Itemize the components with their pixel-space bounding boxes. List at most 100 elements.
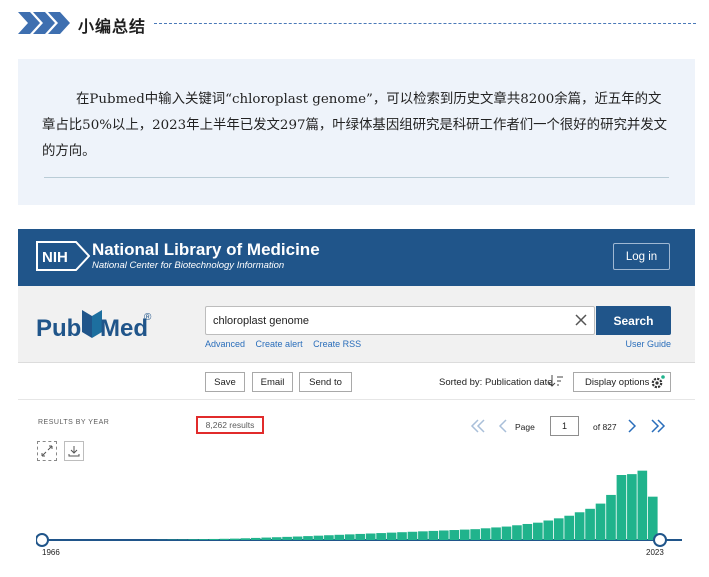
gear-icon [651,375,665,389]
chart-bar [198,539,209,540]
login-button[interactable]: Log in [613,243,670,270]
chart-bar [303,536,313,540]
expand-chart-button[interactable] [37,441,57,461]
prev-page-icon[interactable] [495,416,511,436]
chart-bar [292,536,303,540]
chart-bar [418,531,428,540]
email-button[interactable]: Email [252,372,293,392]
last-page-icon[interactable] [650,416,666,436]
chart-bar [271,537,282,540]
chart-bar [522,523,533,540]
chart-bar [512,525,522,540]
first-page-icon[interactable] [470,416,486,436]
expand-icon [41,445,53,457]
save-button[interactable]: Save [205,372,245,392]
next-page-icon[interactable] [624,416,640,436]
chart-bar [459,529,470,540]
section-header: 小编总结 [18,10,696,38]
send-to-button[interactable]: Send to [299,372,352,392]
chart-start-year: 1966 [42,548,60,557]
nih-title: National Library of Medicine [92,240,320,259]
logo-reg-text: ® [144,312,152,323]
chart-bar [344,534,355,540]
advanced-link[interactable]: Advanced [205,339,245,349]
chart-bar [647,496,658,540]
chart-bar [553,518,564,540]
divider [44,177,669,178]
search-area: Pub Med ® Search Advanced Create alert C… [18,286,695,363]
results-section: RESULTS BY YEAR 8,262 results Page 1 of … [18,400,695,577]
chart-bar [428,530,439,540]
results-by-year-chart[interactable] [36,460,682,552]
logo-pub-text: Pub [36,315,81,342]
chart-bar [188,539,198,540]
sort-label[interactable]: Sorted by: Publication date [439,377,553,388]
search-button[interactable]: Search [596,306,671,335]
chart-bar [376,533,386,540]
display-options-label: Display options [585,376,650,388]
page-number-input[interactable]: 1 [550,416,579,436]
page-label: Page [515,422,535,432]
chart-bar [491,527,501,540]
display-options-button[interactable]: Display options [573,372,671,392]
chart-bar [230,538,240,540]
page-total: of 827 [593,422,617,432]
range-start-handle [36,533,49,547]
divider [154,23,696,24]
close-icon[interactable] [574,313,588,327]
chart-bar [397,532,407,540]
search-links: Advanced Create alert Create RSS [205,339,369,349]
chart-bar [219,538,230,540]
logo-med-text: Med [100,315,148,342]
chart-bar [637,470,648,540]
chart-bar [470,529,480,540]
nih-logo-text: NIH [42,249,68,266]
chart-bar [606,494,616,540]
section-title: 小编总结 [78,17,147,36]
download-chart-button[interactable] [64,441,84,461]
chart-bar [282,536,292,540]
chart-bar [250,537,261,540]
summary-text: 在Pubmed中输入关键词“chloroplast genome”，可以检索到历… [42,92,668,159]
results-by-year-label: RESULTS BY YEAR [38,419,110,426]
pubmed-logo[interactable]: Pub Med ® [36,306,156,344]
chart-bar [365,533,376,540]
chart-end-year: 2023 [646,548,664,557]
chart-bar [564,515,575,540]
chart-bar [533,522,543,540]
chart-bar [355,533,366,540]
chart-bar [438,530,449,540]
chart-bar [449,530,460,540]
search-box [205,306,595,335]
summary-box: 在Pubmed中输入关键词“chloroplast genome”，可以检索到历… [18,59,695,205]
chart-bar [501,526,512,540]
chart-bar [240,538,251,540]
results-count: 8,262 results [196,416,264,434]
nih-header: NIH National Library of Medicine Nationa… [18,229,695,286]
results-toolbar: Save Email Send to Sorted by: Publicatio… [18,363,695,400]
pubmed-screenshot: NIH National Library of Medicine Nationa… [18,229,695,577]
chart-bar [595,503,606,540]
chart-bar [324,535,334,540]
user-guide-link[interactable]: User Guide [625,339,671,349]
chart-bar [574,512,585,540]
chart-bar [334,534,345,540]
chart-bar [616,475,627,540]
sort-descending-icon[interactable] [549,375,563,387]
chart-bar [386,532,397,540]
create-alert-link[interactable]: Create alert [256,339,303,349]
nih-subtitle: National Center for Biotechnology Inform… [92,260,285,271]
create-rss-link[interactable]: Create RSS [313,339,361,349]
chart-bar [627,474,637,540]
chart-bar [585,508,595,540]
chart-bar [543,520,554,540]
chart-bar [407,531,418,540]
download-icon [68,446,80,457]
chart-bar [480,528,491,540]
range-end-handle [653,533,667,547]
nih-logo: NIH [36,241,90,271]
chart-bar [209,538,219,540]
search-input[interactable] [206,307,566,334]
chart-bar [261,537,272,540]
chevron-right-icon [18,12,70,34]
